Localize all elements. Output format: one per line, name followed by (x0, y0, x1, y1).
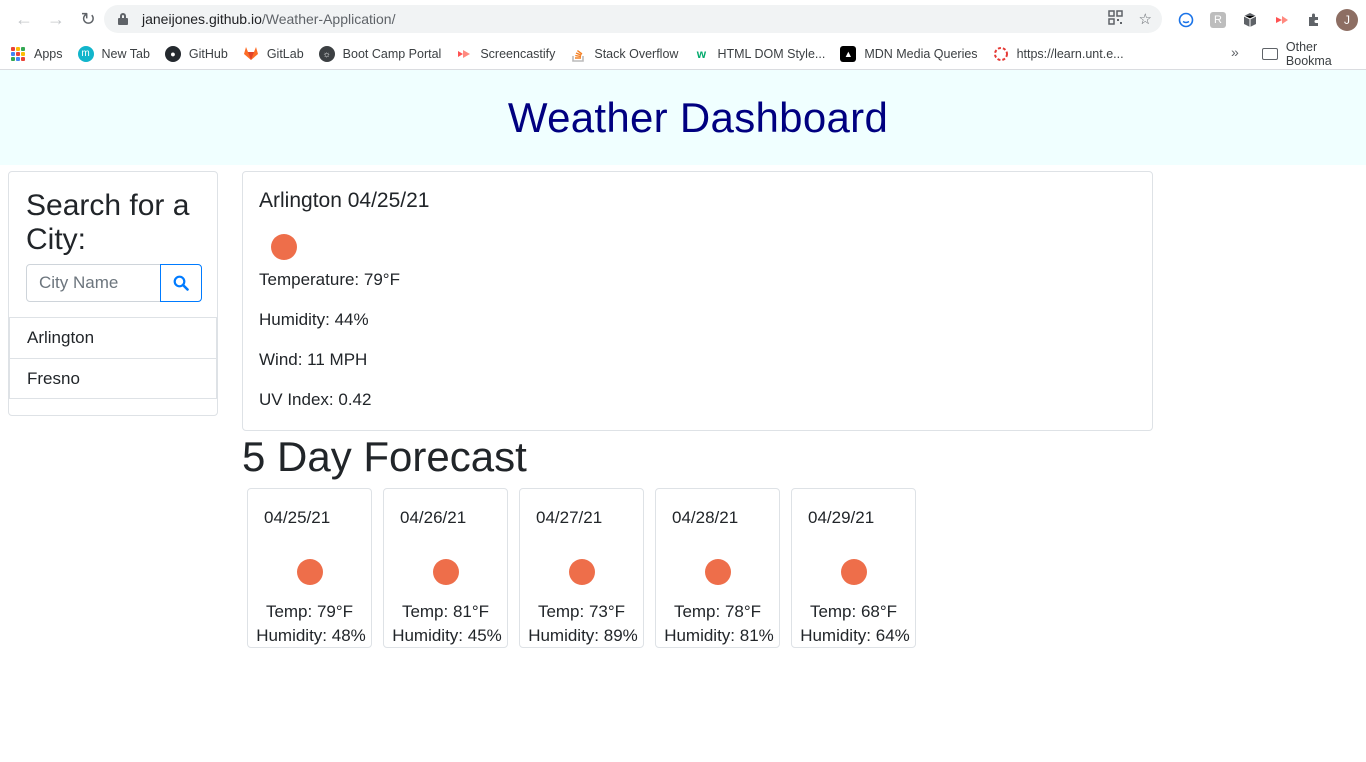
page-title: Weather Dashboard (507, 93, 889, 141)
bookmark-stack-overflow[interactable]: Stack Overflow (570, 46, 678, 62)
bookmark-star-icon[interactable]: ☆ (1139, 10, 1152, 28)
screencastify-icon (456, 46, 472, 62)
sun-icon (705, 559, 731, 585)
apps-grid-icon (10, 46, 26, 62)
bookmarks-overflow-chevron[interactable]: » (1231, 44, 1239, 60)
r-extension-icon[interactable]: R (1208, 10, 1228, 30)
forecast-card: 04/25/21 Temp: 79°F Humidity: 48% (247, 488, 372, 648)
folder-icon (1262, 48, 1278, 60)
stackoverflow-icon (570, 46, 586, 62)
current-weather-card: Arlington 04/25/21 Temperature: 79°F Hum… (242, 171, 1153, 431)
forecast-temp: Temp: 81°F (401, 602, 490, 621)
sun-icon (433, 559, 459, 585)
search-panel: Search for a City: Arlington Fresno (8, 171, 218, 416)
forecast-humidity: Humidity: 64% (800, 626, 910, 645)
sun-icon (841, 559, 867, 585)
search-title: Search for a City: (26, 189, 190, 256)
bookmark-screencastify[interactable]: Screencastify (456, 46, 555, 62)
forecast-date: 04/29/21 (808, 508, 875, 527)
profile-avatar[interactable]: J (1336, 9, 1358, 31)
bookmark-github[interactable]: ● GitHub (164, 45, 228, 62)
city-search-input[interactable] (26, 264, 161, 302)
bookmark-html-dom-style[interactable]: w HTML DOM Style... (693, 46, 826, 62)
forecast-date: 04/28/21 (672, 508, 739, 527)
current-city-date: Arlington 04/25/21 (259, 189, 430, 212)
sun-icon (569, 559, 595, 585)
w3schools-icon: w (696, 46, 707, 61)
forecast-cards: 04/25/21 Temp: 79°F Humidity: 48% 04/26/… (247, 488, 916, 648)
gitlab-icon (243, 46, 259, 62)
bookmark-gitlab[interactable]: GitLab (243, 46, 304, 62)
github-icon: ● (164, 45, 181, 62)
address-bar[interactable]: janeijones.github.io/Weather-Application… (104, 5, 1162, 33)
current-uv-index: UV Index: 0.42 (259, 390, 372, 409)
back-icon[interactable]: ← (8, 3, 40, 35)
search-button[interactable] (160, 264, 202, 302)
current-wind: Wind: 11 MPH (259, 350, 368, 369)
search-history-list: Arlington Fresno (9, 317, 217, 399)
reload-icon[interactable]: ↻ (72, 3, 104, 35)
cube-extension-icon[interactable] (1240, 10, 1260, 30)
forecast-humidity: Humidity: 45% (392, 626, 502, 645)
forecast-temp: Temp: 78°F (673, 602, 762, 621)
forecast-temp: Temp: 68°F (809, 602, 898, 621)
forecast-date: 04/25/21 (264, 508, 331, 527)
forecast-humidity: Humidity: 81% (664, 626, 774, 645)
header-banner: Weather Dashboard (0, 70, 1366, 165)
current-humidity: Humidity: 44% (259, 310, 369, 329)
history-item-fresno[interactable]: Fresno (9, 358, 217, 399)
bookmark-new-tab[interactable]: m New Tab (77, 45, 150, 62)
forecast-temp: Temp: 73°F (537, 602, 626, 621)
other-bookmarks-folder[interactable]: Other Bookma (1262, 38, 1366, 70)
forecast-card: 04/28/21 Temp: 78°F Humidity: 81% (655, 488, 780, 648)
extensions-bar: R J (1176, 9, 1358, 31)
new-tab-icon: m (77, 45, 94, 62)
forecast-card: 04/27/21 Temp: 73°F Humidity: 89% (519, 488, 644, 648)
forecast-humidity: Humidity: 89% (528, 626, 638, 645)
unt-icon (993, 46, 1009, 62)
screencastify-extension-icon[interactable] (1272, 10, 1292, 30)
forecast-date: 04/27/21 (536, 508, 603, 527)
sun-icon (297, 559, 323, 585)
weather-page: Weather Dashboard Search for a City: Arl… (0, 70, 1366, 762)
mdn-icon: ▲ (840, 45, 857, 62)
bookmarks-bar: Apps m New Tab ● GitHub GitLab ☼ Boot Ca… (0, 38, 1366, 70)
forecast-heading: 5 Day Forecast (242, 433, 527, 480)
forecast-temp: Temp: 79°F (265, 602, 354, 621)
sun-icon (271, 234, 297, 260)
lock-icon (118, 13, 128, 25)
forecast-card: 04/29/21 Temp: 68°F Humidity: 64% (791, 488, 916, 648)
forecast-humidity: Humidity: 48% (256, 626, 366, 645)
current-temperature: Temperature: 79°F (259, 270, 400, 289)
qr-code-icon[interactable] (1107, 9, 1123, 29)
forecast-date: 04/26/21 (400, 508, 467, 527)
forward-icon[interactable]: → (40, 3, 72, 35)
history-item-arlington[interactable]: Arlington (9, 317, 217, 358)
url-text: janeijones.github.io/Weather-Application… (142, 11, 396, 27)
bookmark-boot-camp-portal[interactable]: ☼ Boot Camp Portal (318, 45, 441, 62)
bookmark-mdn-media-queries[interactable]: ▲ MDN Media Queries (840, 45, 978, 62)
puzzle-extensions-icon[interactable] (1304, 10, 1324, 30)
globe-icon: ☼ (318, 45, 335, 62)
search-form (26, 264, 202, 302)
chat-extension-icon[interactable] (1176, 10, 1196, 30)
bookmark-apps[interactable]: Apps (10, 46, 63, 62)
forecast-card: 04/26/21 Temp: 81°F Humidity: 45% (383, 488, 508, 648)
search-icon (173, 275, 189, 291)
bookmark-learn-unt[interactable]: https://learn.unt.e... (993, 46, 1124, 62)
